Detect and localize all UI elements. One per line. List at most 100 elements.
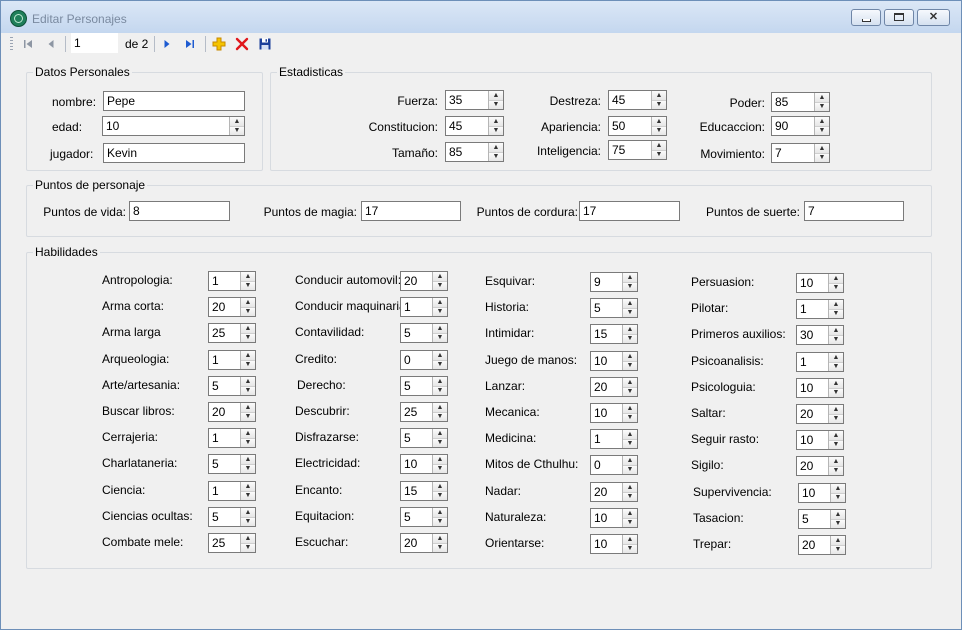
spin-down-icon[interactable]: ▼: [652, 100, 666, 109]
stat-inteligencia-spinner[interactable]: ▲ ▼: [651, 141, 666, 159]
edad-spinner[interactable]: ▲ ▼: [229, 117, 244, 135]
stat-apariencia-stepper[interactable]: ▲▼: [608, 116, 667, 136]
stat-movimiento-spinner[interactable]: ▲ ▼: [814, 144, 829, 162]
spin-up-icon[interactable]: ▲: [815, 93, 829, 102]
spin-down-icon[interactable]: ▼: [831, 493, 845, 502]
skill-arte-artesania-spinner[interactable]: ▲ ▼: [240, 377, 255, 395]
skill-conducir-automovil-spinner[interactable]: ▲ ▼: [432, 272, 447, 290]
skill-derecho-spinner[interactable]: ▲ ▼: [432, 377, 447, 395]
stat-poder-stepper[interactable]: ▲▼: [771, 92, 830, 112]
spin-down-icon[interactable]: ▼: [241, 386, 255, 395]
spin-down-icon[interactable]: ▼: [433, 543, 447, 552]
skill-primeros-auxilios-input[interactable]: [797, 326, 829, 344]
skill-nadar-spinner[interactable]: ▲ ▼: [622, 483, 637, 501]
skill-intimidar-spinner[interactable]: ▲ ▼: [622, 325, 637, 343]
puntos-puntos-de-cordura-input[interactable]: [579, 201, 680, 221]
skill-equitacion-input[interactable]: [401, 508, 433, 526]
spin-up-icon[interactable]: ▲: [230, 117, 244, 126]
skill-trepar-input[interactable]: [799, 536, 831, 554]
spin-up-icon[interactable]: ▲: [433, 324, 447, 333]
spin-up-icon[interactable]: ▲: [623, 299, 637, 308]
skill-mecanica-stepper[interactable]: ▲▼: [590, 403, 638, 423]
skill-primeros-auxilios-stepper[interactable]: ▲▼: [796, 325, 844, 345]
stat-poder-input[interactable]: [772, 93, 815, 111]
spin-up-icon[interactable]: ▲: [829, 431, 843, 440]
spin-down-icon[interactable]: ▼: [489, 126, 503, 135]
spin-up-icon[interactable]: ▲: [433, 351, 447, 360]
skill-intimidar-input[interactable]: [591, 325, 623, 343]
spin-down-icon[interactable]: ▼: [652, 150, 666, 159]
spin-up-icon[interactable]: ▲: [829, 379, 843, 388]
spin-down-icon[interactable]: ▼: [623, 492, 637, 501]
spin-up-icon[interactable]: ▲: [241, 298, 255, 307]
skill-derecho-input[interactable]: [401, 377, 433, 395]
skill-ciencias-ocultas-stepper[interactable]: ▲▼: [208, 507, 256, 527]
stat-apariencia-spinner[interactable]: ▲ ▼: [651, 117, 666, 135]
stat-tamano-input[interactable]: [446, 143, 489, 161]
spin-up-icon[interactable]: ▲: [652, 141, 666, 150]
skill-esquivar-input[interactable]: [591, 273, 623, 291]
spin-up-icon[interactable]: ▲: [433, 403, 447, 412]
spin-down-icon[interactable]: ▼: [241, 333, 255, 342]
move-next-icon[interactable]: [159, 36, 175, 52]
skill-historia-input[interactable]: [591, 299, 623, 317]
stat-educaccion-input[interactable]: [772, 117, 815, 135]
spin-up-icon[interactable]: ▲: [433, 298, 447, 307]
skill-esquivar-stepper[interactable]: ▲▼: [590, 272, 638, 292]
skill-seguir-rasto-spinner[interactable]: ▲ ▼: [828, 431, 843, 449]
stat-fuerza-input[interactable]: [446, 91, 489, 109]
spin-up-icon[interactable]: ▲: [815, 144, 829, 153]
spin-down-icon[interactable]: ▼: [433, 464, 447, 473]
puntos-puntos-de-magia-input[interactable]: [361, 201, 461, 221]
skill-ciencias-ocultas-spinner[interactable]: ▲ ▼: [240, 508, 255, 526]
puntos-puntos-de-suerte-input[interactable]: [804, 201, 904, 221]
spin-up-icon[interactable]: ▲: [433, 508, 447, 517]
spin-down-icon[interactable]: ▼: [230, 126, 244, 135]
skill-combate-mele-input[interactable]: [209, 534, 241, 552]
skill-medicina-stepper[interactable]: ▲▼: [590, 429, 638, 449]
skill-persuasion-input[interactable]: [797, 274, 829, 292]
spin-down-icon[interactable]: ▼: [829, 309, 843, 318]
stat-movimiento-input[interactable]: [772, 144, 815, 162]
spin-up-icon[interactable]: ▲: [831, 536, 845, 545]
stat-apariencia-input[interactable]: [609, 117, 652, 135]
stat-destreza-stepper[interactable]: ▲▼: [608, 90, 667, 110]
skill-antropologia-input[interactable]: [209, 272, 241, 290]
spin-down-icon[interactable]: ▼: [829, 466, 843, 475]
skill-supervivencia-spinner[interactable]: ▲ ▼: [830, 484, 845, 502]
skill-contavilidad-input[interactable]: [401, 324, 433, 342]
skill-arte-artesania-input[interactable]: [209, 377, 241, 395]
skill-medicina-input[interactable]: [591, 430, 623, 448]
skill-juego-de-manos-stepper[interactable]: ▲▼: [590, 351, 638, 371]
skill-trepar-spinner[interactable]: ▲ ▼: [830, 536, 845, 554]
spin-down-icon[interactable]: ▼: [241, 438, 255, 447]
skill-mitos-de-cthulhu-stepper[interactable]: ▲▼: [590, 455, 638, 475]
skill-juego-de-manos-spinner[interactable]: ▲ ▼: [622, 352, 637, 370]
minimize-button[interactable]: [851, 9, 881, 26]
skill-arma-larga-spinner[interactable]: ▲ ▼: [240, 324, 255, 342]
spin-up-icon[interactable]: ▲: [433, 429, 447, 438]
skill-psicologuia-stepper[interactable]: ▲▼: [796, 378, 844, 398]
spin-up-icon[interactable]: ▲: [241, 534, 255, 543]
spin-up-icon[interactable]: ▲: [829, 300, 843, 309]
skill-electricidad-stepper[interactable]: ▲▼: [400, 454, 448, 474]
skill-credito-spinner[interactable]: ▲ ▼: [432, 351, 447, 369]
spin-down-icon[interactable]: ▼: [623, 518, 637, 527]
position-input[interactable]: [71, 33, 118, 53]
spin-down-icon[interactable]: ▼: [623, 334, 637, 343]
skill-disfrazarse-input[interactable]: [401, 429, 433, 447]
skill-ciencia-input[interactable]: [209, 482, 241, 500]
skill-historia-stepper[interactable]: ▲▼: [590, 298, 638, 318]
spin-down-icon[interactable]: ▼: [241, 464, 255, 473]
spin-down-icon[interactable]: ▼: [241, 543, 255, 552]
skill-arte-artesania-stepper[interactable]: ▲▼: [208, 376, 256, 396]
spin-down-icon[interactable]: ▼: [433, 491, 447, 500]
spin-down-icon[interactable]: ▼: [489, 152, 503, 161]
spin-down-icon[interactable]: ▼: [433, 281, 447, 290]
skill-juego-de-manos-input[interactable]: [591, 352, 623, 370]
skill-combate-mele-spinner[interactable]: ▲ ▼: [240, 534, 255, 552]
skill-ciencia-stepper[interactable]: ▲▼: [208, 481, 256, 501]
skill-derecho-stepper[interactable]: ▲▼: [400, 376, 448, 396]
spin-up-icon[interactable]: ▲: [433, 272, 447, 281]
spin-down-icon[interactable]: ▼: [623, 413, 637, 422]
